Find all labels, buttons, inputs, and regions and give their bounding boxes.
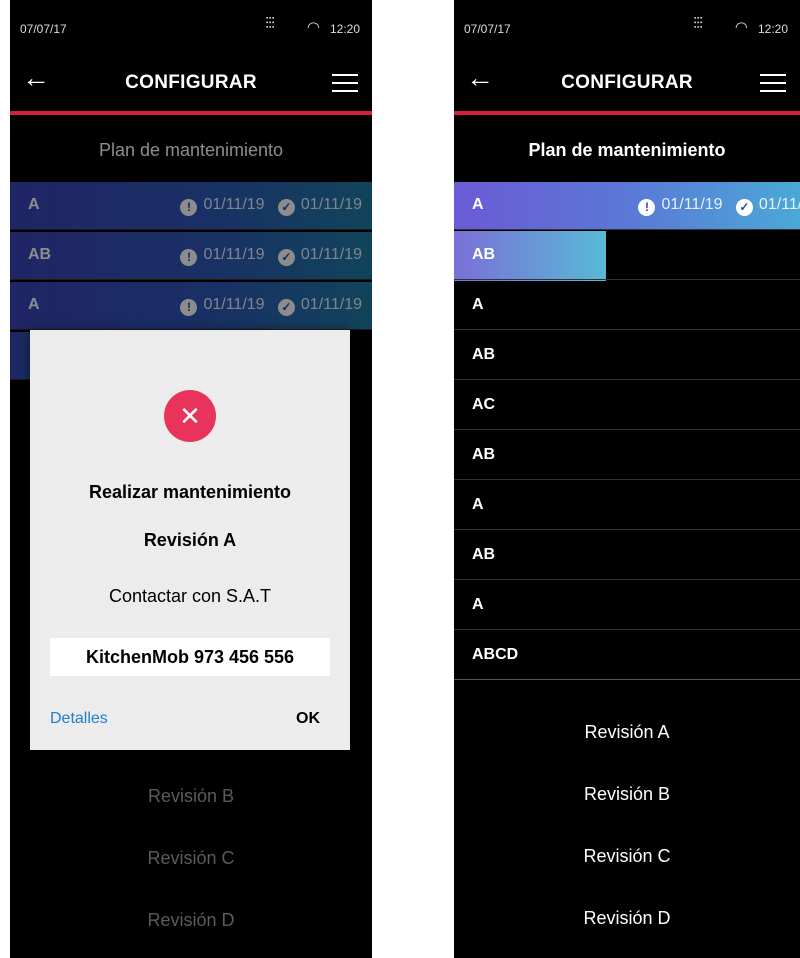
status-date: 07/07/17 (20, 22, 67, 36)
row-code: A (472, 496, 484, 513)
list-item[interactable]: AB (454, 232, 800, 280)
app-bar: ← CONFIGURAR (454, 56, 800, 112)
ok-button[interactable]: OK (296, 710, 320, 728)
revision-b-item[interactable]: Revisión B (10, 786, 372, 807)
list-item[interactable]: AB (454, 432, 800, 480)
left-screen: 07/07/17 ⫶⫶⫶ ◠ 12:20 ← CONFIGURAR Plan d… (10, 0, 372, 958)
status-date: 07/07/17 (464, 22, 511, 36)
menu-icon[interactable] (760, 74, 786, 92)
maintenance-dialog: ✕ Realizar mantenimiento Revisión A Cont… (30, 330, 350, 750)
dialog-title: Realizar mantenimiento (88, 482, 292, 502)
list-item[interactable]: A (454, 582, 800, 630)
list-item[interactable]: ABCD (454, 632, 800, 680)
revision-b-item[interactable]: Revisión B (454, 784, 800, 805)
revision-a-item[interactable]: Revisión A (454, 722, 800, 743)
list-item[interactable]: AC (454, 382, 800, 430)
status-bar: 07/07/17 ⫶⫶⫶ ◠ 12:20 (10, 0, 372, 50)
row-code: A (472, 296, 484, 313)
right-screen: 07/07/17 ⫶⫶⫶ ◠ 12:20 ← CONFIGURAR Plan d… (454, 0, 800, 958)
row-code: AC (472, 396, 496, 413)
revision-c-item[interactable]: Revisión C (10, 848, 372, 869)
dialog-revision: Revisión A (143, 530, 237, 550)
details-button[interactable]: Detalles (50, 710, 108, 728)
list-item[interactable]: A (454, 482, 800, 530)
tools-icon: ✕ (164, 390, 216, 442)
alert-icon: ! (638, 199, 656, 216)
revision-d-item[interactable]: Revisión D (454, 908, 800, 929)
equalizer-icon: ⫶⫶⫶ (264, 16, 275, 33)
section-title: Plan de mantenimiento (528, 140, 726, 160)
check-icon: ✓ (735, 199, 753, 216)
status-time: 12:20 (329, 22, 360, 36)
dialog-contact-value: KitchenMob 973 456 556 (50, 638, 330, 676)
status-time: 12:20 (757, 22, 788, 36)
page-title: CONFIGURAR (561, 72, 693, 93)
equalizer-icon: ⫶⫶⫶ (692, 16, 703, 33)
row-code: AB (472, 346, 496, 363)
list-item[interactable]: A ! 01/11/19 ✓ 01/11/19 (454, 182, 800, 230)
row-code: A (472, 596, 484, 613)
row-code: AB (472, 246, 496, 263)
list-item[interactable]: AB (454, 532, 800, 580)
row-code: ABCD (472, 646, 519, 663)
wifi-icon: ◠ (734, 19, 748, 36)
done-date: 01/11/19 (758, 196, 800, 213)
menu-icon[interactable] (332, 74, 358, 92)
row-dates: ! 01/11/19 ✓ 01/11/19 (638, 196, 800, 216)
row-code: A (472, 196, 484, 213)
due-date: 01/11/19 (661, 196, 723, 213)
list-item[interactable]: AB (454, 332, 800, 380)
page-title: CONFIGURAR (125, 72, 257, 93)
row-code: AB (472, 546, 496, 563)
status-bar: 07/07/17 ⫶⫶⫶ ◠ 12:20 (454, 0, 800, 50)
list-item[interactable]: A (454, 282, 800, 330)
app-bar: ← CONFIGURAR (10, 56, 372, 112)
row-code: AB (472, 446, 496, 463)
revision-c-item[interactable]: Revisión C (454, 846, 800, 867)
dialog-contact-label: Contactar con S.A.T (108, 586, 272, 606)
revision-d-item[interactable]: Revisión D (10, 910, 372, 931)
wifi-icon: ◠ (306, 19, 320, 36)
title-divider (454, 111, 800, 115)
